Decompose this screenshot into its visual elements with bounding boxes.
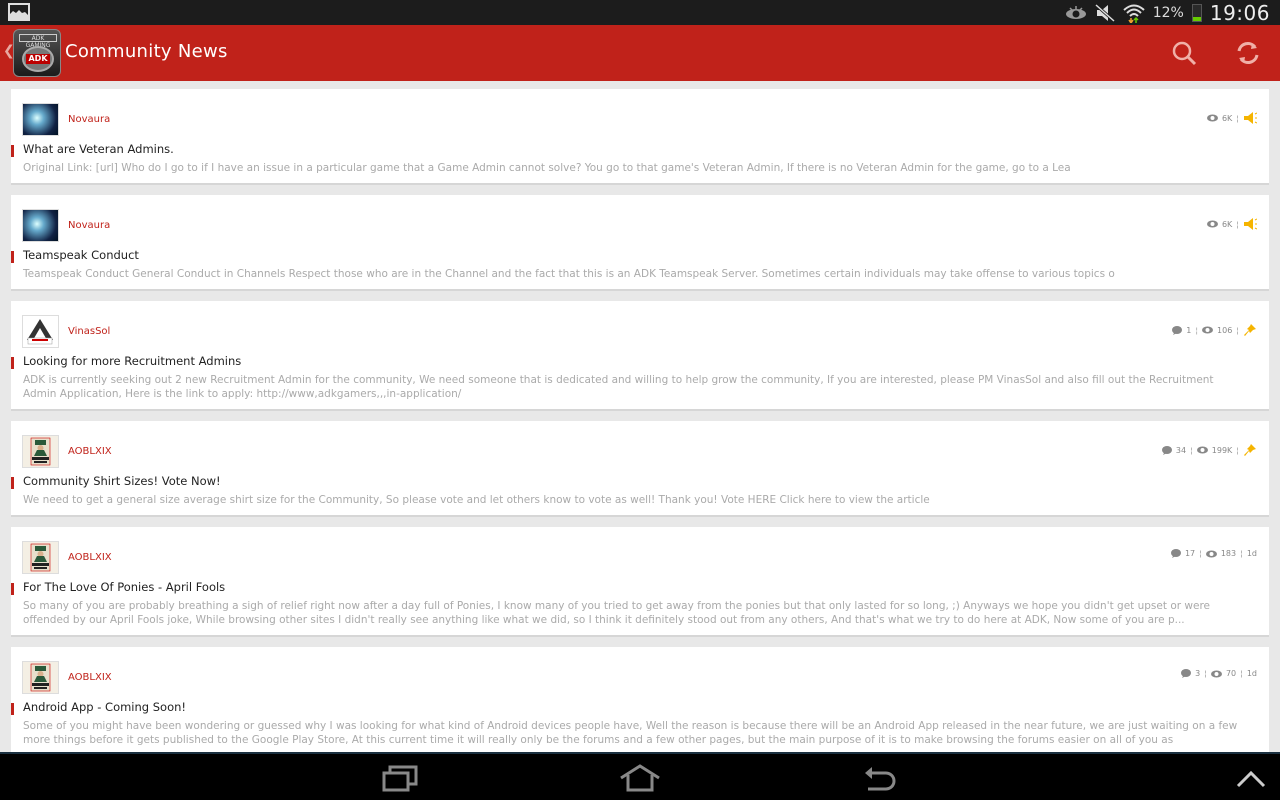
post-excerpt: Some of you might have been wondering or… xyxy=(23,720,1238,746)
author-name[interactable]: AOBLXIX xyxy=(68,552,112,563)
views-icon xyxy=(1206,114,1218,122)
author-name[interactable]: Novaura xyxy=(68,220,110,231)
comments-icon xyxy=(1170,549,1181,558)
mute-icon xyxy=(1094,3,1115,22)
author-name[interactable]: AOBLXIX xyxy=(68,446,112,457)
comments-count: 3 xyxy=(1195,669,1201,678)
title-accent xyxy=(11,357,14,369)
avatar[interactable] xyxy=(22,209,59,242)
views-icon xyxy=(1205,550,1217,557)
news-list[interactable]: Novaura 6K ¦ What are Veteran Admins. Or… xyxy=(0,81,1280,753)
post-meta: 34 ¦ 199K ¦ xyxy=(1161,443,1257,457)
comments-icon xyxy=(1172,325,1183,335)
comments-count: 17 xyxy=(1184,549,1196,558)
wifi-icon xyxy=(1123,4,1145,23)
views-count: 6K xyxy=(1221,219,1233,229)
app-logo[interactable]: ADK GAMING ADK xyxy=(13,29,61,77)
home-icon[interactable] xyxy=(618,764,662,792)
post-age: 1d xyxy=(1246,669,1257,678)
clock: 19:06 xyxy=(1209,0,1270,25)
status-bar: 12% 19:06 xyxy=(0,0,1280,25)
battery-icon xyxy=(1191,3,1202,22)
news-card[interactable]: Novaura 6K ¦ What are Veteran Admins. Or… xyxy=(11,89,1269,185)
search-icon[interactable] xyxy=(1170,39,1198,67)
post-meta: 3 ¦ 70 ¦ 1d xyxy=(1181,669,1257,678)
title-accent xyxy=(11,145,14,157)
avatar[interactable] xyxy=(22,315,59,348)
pin-icon xyxy=(1244,324,1256,336)
eye-icon xyxy=(1065,5,1086,19)
back-icon[interactable] xyxy=(862,764,900,792)
post-meta: 6K ¦ xyxy=(1206,111,1257,125)
recent-apps-icon[interactable] xyxy=(381,764,419,792)
avatar[interactable] xyxy=(22,661,59,694)
title-accent xyxy=(11,703,14,715)
pin-icon xyxy=(1244,444,1256,456)
post-excerpt: We need to get a general size average sh… xyxy=(23,494,930,506)
author-name[interactable]: VinasSol xyxy=(68,326,110,337)
logo-text: ADK GAMING xyxy=(19,34,57,49)
battery-percent: 12% xyxy=(1152,4,1184,21)
views-count: 70 xyxy=(1225,669,1237,678)
comments-icon xyxy=(1161,445,1172,455)
announcement-icon xyxy=(1244,112,1257,124)
post-excerpt: Teamspeak Conduct General Conduct in Cha… xyxy=(23,268,1115,280)
title-accent xyxy=(11,251,14,263)
views-count: 106 xyxy=(1217,325,1233,335)
post-meta: 17 ¦ 183 ¦ 1d xyxy=(1170,549,1257,558)
views-count: 183 xyxy=(1220,549,1237,558)
views-icon xyxy=(1206,220,1218,228)
announcement-icon xyxy=(1244,218,1257,230)
title-accent xyxy=(11,583,14,595)
refresh-icon[interactable] xyxy=(1234,39,1262,67)
logo-badge: ADK xyxy=(26,54,50,64)
author-name[interactable]: Novaura xyxy=(68,114,110,125)
system-nav-bar xyxy=(0,752,1280,800)
avatar[interactable] xyxy=(22,103,59,136)
avatar[interactable] xyxy=(22,435,59,468)
comments-icon xyxy=(1181,669,1192,678)
news-card[interactable]: Novaura 6K ¦ Teamspeak Conduct Teamspeak… xyxy=(11,195,1269,291)
page-title: Community News xyxy=(65,41,228,62)
views-icon xyxy=(1210,670,1222,677)
views-count: 6K xyxy=(1221,113,1233,123)
gallery-notification-icon xyxy=(8,3,30,21)
post-title[interactable]: What are Veteran Admins. xyxy=(23,142,174,156)
post-excerpt: ADK is currently seeking out 2 new Recru… xyxy=(23,374,1214,400)
news-card[interactable]: AOBLXIX 3 ¦ 70 ¦ 1d Android App - Coming… xyxy=(11,647,1269,753)
post-age: 1d xyxy=(1246,549,1257,558)
news-card[interactable]: AOBLXIX 34 ¦ 199K ¦ Community Shirt Size… xyxy=(11,421,1269,517)
post-meta: 6K ¦ xyxy=(1206,217,1257,231)
views-count: 199K xyxy=(1211,445,1233,455)
post-title[interactable]: For The Love Of Ponies - April Fools xyxy=(23,580,225,594)
news-card[interactable]: AOBLXIX 17 ¦ 183 ¦ 1d For The Love Of Po… xyxy=(11,527,1269,637)
post-title[interactable]: Community Shirt Sizes! Vote Now! xyxy=(23,474,221,488)
post-title[interactable]: Teamspeak Conduct xyxy=(23,248,139,262)
post-title[interactable]: Android App - Coming Soon! xyxy=(23,700,186,714)
views-icon xyxy=(1202,326,1214,334)
post-title[interactable]: Looking for more Recruitment Admins xyxy=(23,354,241,368)
comments-count: 1 xyxy=(1186,325,1192,335)
views-icon xyxy=(1196,446,1208,454)
post-excerpt: So many of you are probably breathing a … xyxy=(23,600,1210,626)
avatar[interactable] xyxy=(22,541,59,574)
author-name[interactable]: AOBLXIX xyxy=(68,672,112,683)
action-bar: ❮ ADK GAMING ADK Community News xyxy=(0,25,1280,81)
comments-count: 34 xyxy=(1175,445,1187,455)
post-excerpt: Original Link: [url] Who do I go to if I… xyxy=(23,162,1071,174)
post-meta: 1 ¦ 106 ¦ xyxy=(1172,323,1257,337)
title-accent xyxy=(11,477,14,489)
menu-up-icon[interactable] xyxy=(1236,770,1266,788)
news-card[interactable]: VinasSol 1 ¦ 106 ¦ Looking for more Recr… xyxy=(11,301,1269,411)
